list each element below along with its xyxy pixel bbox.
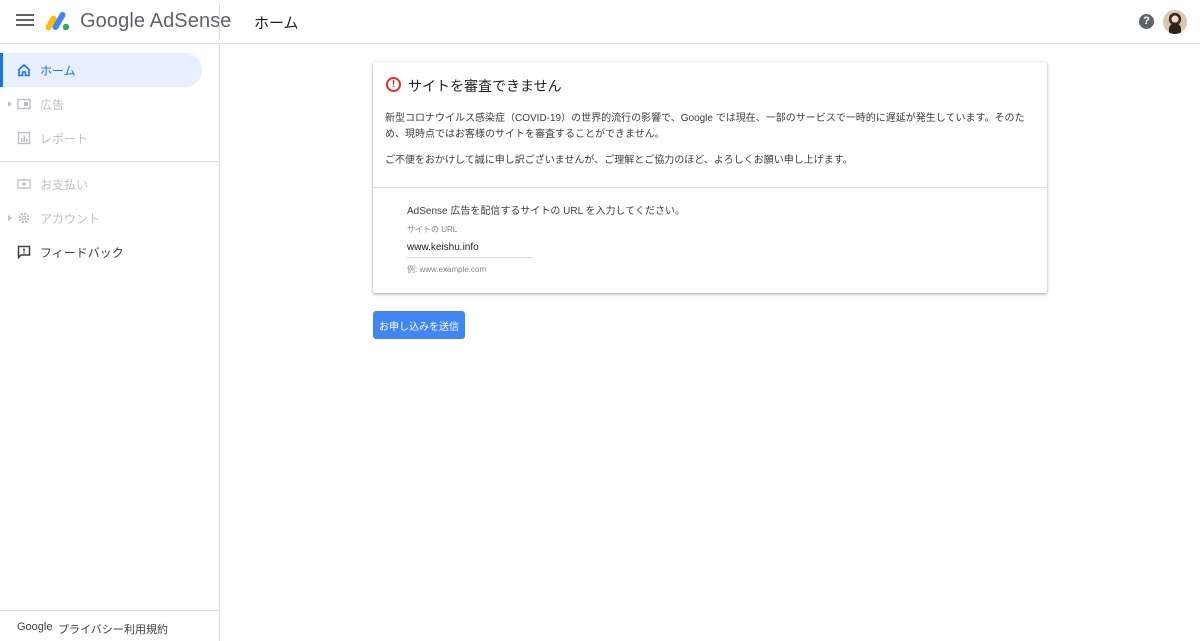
help-icon[interactable]: ? [1139, 14, 1154, 29]
sidebar: ホーム 広告 レポート お支払い アカウント フィードバック Google プラ… [0, 44, 220, 641]
card-title: サイトを審査できません [408, 78, 562, 94]
footer-privacy-link[interactable]: プライバシー [58, 621, 124, 637]
gear-icon [18, 212, 30, 224]
error-icon: ! [386, 77, 401, 92]
hamburger-menu-icon[interactable] [16, 12, 34, 30]
notice-text: 新型コロナウイルス感染症（COVID-19）の世界的流行の影響で、Google … [385, 113, 1025, 140]
sidebar-item-label: お支払い [40, 177, 89, 192]
avatar[interactable] [1163, 10, 1187, 34]
page-title: ホーム [254, 15, 299, 32]
payments-icon [17, 179, 31, 189]
apology-text: ご不便をおかけして誠に申し訳ございませんが、ご理解とご協力のほど、よろしくお願い… [385, 155, 853, 166]
sidebar-item-reports[interactable]: レポート [0, 121, 202, 155]
sidebar-item-ads[interactable]: 広告 [0, 87, 202, 121]
sidebar-item-label: フィードバック [40, 245, 124, 260]
top-app-bar: Google AdSense ホーム ? [0, 0, 1200, 44]
brand-name: Google AdSense [80, 10, 232, 32]
url-field-hint: 例: www.example.com [407, 265, 487, 274]
url-prompt: AdSense 広告を配信するサイトの URL を入力してください。 [407, 206, 685, 217]
submit-application-button[interactable]: お申し込みを送信 [373, 311, 465, 339]
sidebar-item-label: 広告 [40, 97, 65, 112]
footer-google-link[interactable]: Google [17, 621, 52, 633]
sidebar-item-account[interactable]: アカウント [0, 201, 202, 235]
sidebar-item-feedback[interactable]: フィードバック [0, 235, 202, 269]
header-divider [219, 4, 220, 40]
card-divider [373, 187, 1047, 188]
sidebar-footer: Google プライバシー 利用規約 [0, 610, 219, 641]
sidebar-item-label: レポート [40, 131, 89, 146]
sidebar-item-payments[interactable]: お支払い [0, 167, 202, 201]
home-icon [18, 63, 30, 77]
feedback-icon [17, 245, 31, 259]
expand-arrow-icon [8, 215, 12, 221]
site-review-card: ! サイトを審査できません 新型コロナウイルス感染症（COVID-19）の世界的… [373, 62, 1047, 293]
sidebar-item-label: ホーム [40, 63, 76, 78]
report-icon [17, 131, 31, 145]
sidebar-item-label: アカウント [40, 211, 101, 226]
sidebar-divider [0, 161, 219, 162]
adsense-logo-icon [46, 11, 70, 31]
ads-icon [17, 98, 31, 110]
site-url-input[interactable] [407, 238, 533, 258]
footer-terms-link[interactable]: 利用規約 [124, 621, 168, 637]
sidebar-item-home[interactable]: ホーム [0, 53, 202, 87]
expand-arrow-icon [8, 101, 12, 107]
url-field-label: サイトの URL [407, 225, 458, 234]
